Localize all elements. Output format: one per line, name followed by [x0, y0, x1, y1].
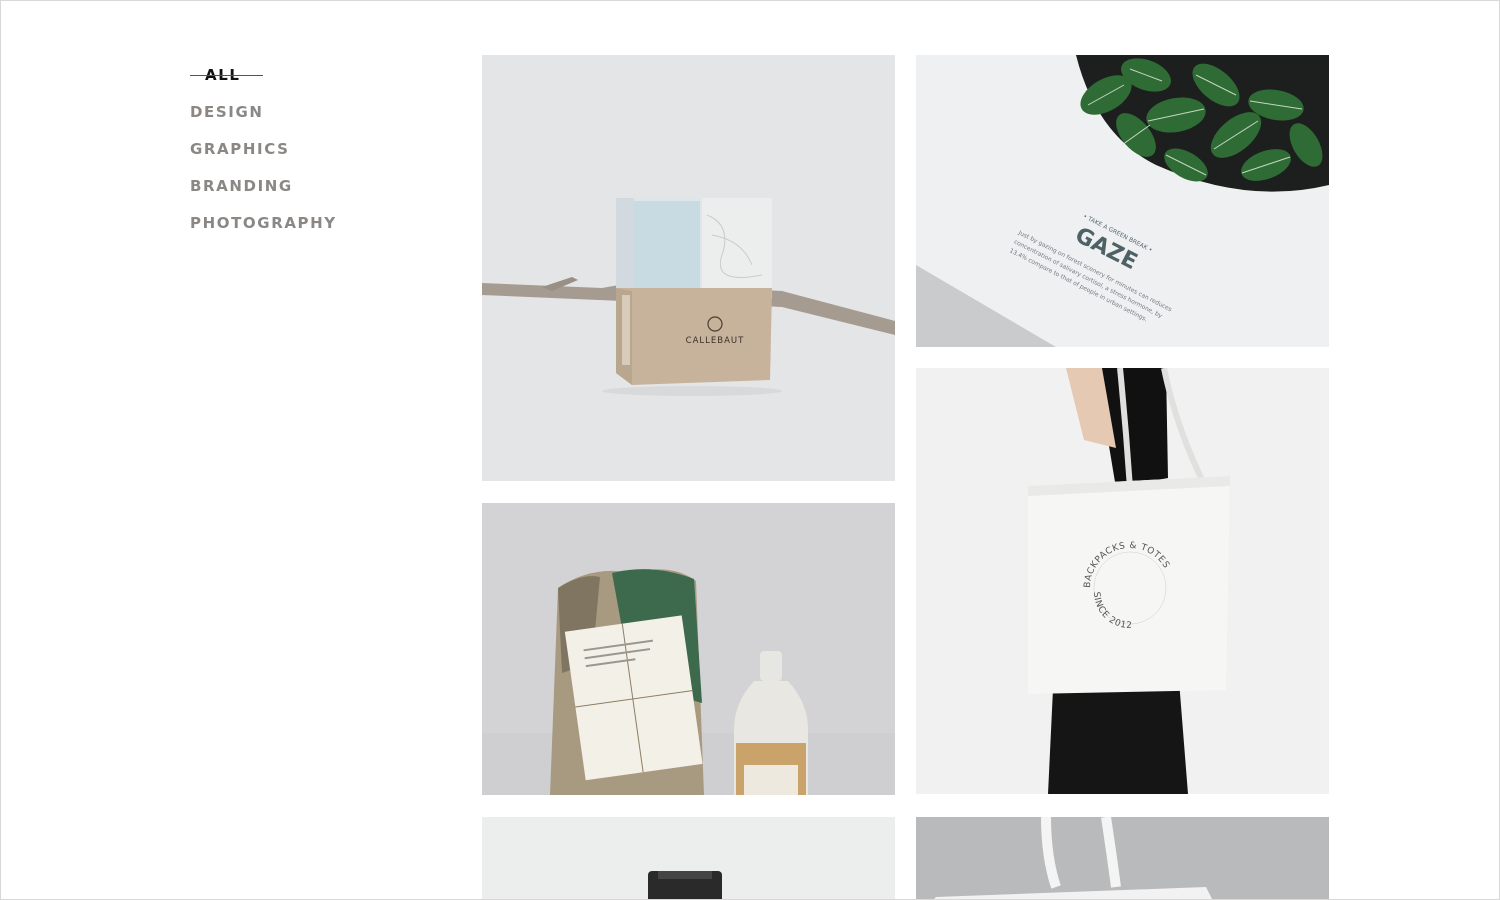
- filter-design-label: DESIGN: [190, 103, 264, 121]
- filter-branding[interactable]: BRANDING: [190, 176, 410, 213]
- portfolio-item-tote[interactable]: BACKPACKS & TOTES SINCE 2012: [916, 368, 1329, 794]
- filter-graphics-label: GRAPHICS: [190, 140, 290, 158]
- tote-bag-image: BACKPACKS & TOTES SINCE 2012: [916, 368, 1329, 794]
- tote-gray-image: [916, 817, 1329, 899]
- gaze-plant-card-image: • TAKE A GREEN BREAK • GAZE Just by gazi…: [916, 55, 1329, 347]
- filter-photography-label: PHOTOGRAPHY: [190, 214, 337, 232]
- burlap-bottle-image: [482, 503, 895, 795]
- filter-branding-label: BRANDING: [190, 177, 293, 195]
- filter-all[interactable]: ALL: [190, 65, 410, 102]
- filter-photography[interactable]: PHOTOGRAPHY: [190, 213, 410, 250]
- callebaut-packaging-image: CALLEBAUT: [482, 55, 895, 481]
- page-frame: ALL DESIGN GRAPHICS BRANDING PHOTOGRAPHY…: [0, 0, 1500, 900]
- portfolio-item-callebaut[interactable]: CALLEBAUT: [482, 55, 895, 481]
- portfolio-item-burlap[interactable]: [482, 503, 895, 795]
- filter-design[interactable]: DESIGN: [190, 102, 410, 139]
- filter-all-label: ALL: [190, 65, 263, 85]
- portfolio-filter-nav: ALL DESIGN GRAPHICS BRANDING PHOTOGRAPHY: [190, 65, 410, 250]
- portfolio-item-tote-gray[interactable]: [916, 817, 1329, 899]
- watch-image: [482, 817, 895, 899]
- callebaut-brand-text: CALLEBAUT: [686, 336, 745, 346]
- filter-graphics[interactable]: GRAPHICS: [190, 139, 410, 176]
- portfolio-item-gaze[interactable]: • TAKE A GREEN BREAK • GAZE Just by gazi…: [916, 55, 1329, 347]
- portfolio-item-watch[interactable]: [482, 817, 895, 899]
